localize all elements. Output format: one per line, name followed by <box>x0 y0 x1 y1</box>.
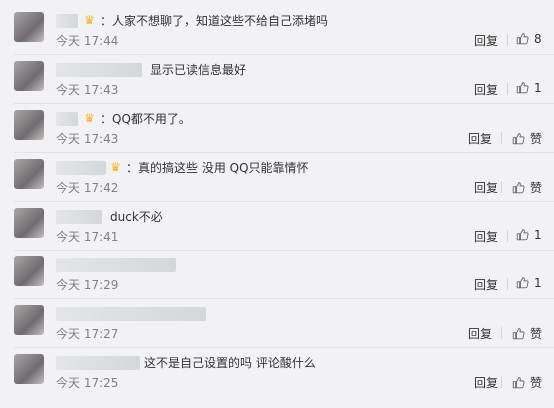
avatar[interactable] <box>14 305 44 335</box>
comment-timestamp: 今天 17:43 <box>56 83 119 97</box>
comment-text: ：QQ都不用了。 <box>100 112 191 126</box>
action-separator <box>501 376 502 388</box>
comment-item: 今天 17:27 回复 赞 <box>0 305 554 351</box>
reply-button[interactable]: 回复 <box>468 130 492 147</box>
row-divider <box>14 347 554 348</box>
like-count: 8 <box>534 32 542 46</box>
thumbs-up-icon <box>512 377 525 389</box>
row-divider <box>14 201 554 202</box>
thumbs-up-icon <box>516 82 529 94</box>
comment-item: duck不必今天 17:41 回复 1 <box>0 208 554 254</box>
comment-item: 今天 17:29 回复 1 <box>0 256 554 302</box>
like-button[interactable]: 1 <box>516 276 542 290</box>
comment-timestamp: 今天 17:27 <box>56 327 119 341</box>
username-redacted[interactable] <box>56 161 106 175</box>
comment-timestamp: 今天 17:43 <box>56 132 119 146</box>
avatar[interactable] <box>14 12 44 42</box>
comment-text: 显示已读信息最好 <box>150 63 247 77</box>
comment-timestamp: 今天 17:44 <box>56 34 119 48</box>
thumbs-up-icon <box>516 277 529 289</box>
like-count: 1 <box>534 276 542 290</box>
reply-button[interactable]: 回复 <box>474 228 498 245</box>
reply-button[interactable]: 回复 <box>474 374 498 391</box>
comment-list: ♛ ：人家不想聊了，知道这些不给自己添堵吗 今天 17:44 回复 8 显示已读信息最好今… <box>0 0 554 408</box>
comment-timestamp: 今天 17:41 <box>56 230 119 244</box>
username-redacted[interactable] <box>56 307 206 321</box>
like-button[interactable]: 8 <box>516 32 542 46</box>
like-count: 赞 <box>530 376 543 390</box>
avatar[interactable] <box>14 110 44 140</box>
like-count: 1 <box>534 81 542 95</box>
username-redacted[interactable] <box>56 356 140 370</box>
comment-item: ♛ ：人家不想聊了，知道这些不给自己添堵吗今天 17:44 回复 8 <box>0 12 554 58</box>
comment-item: ♛ ：QQ都不用了。今天 17:43 回复 赞 <box>0 110 554 156</box>
action-separator <box>501 132 502 144</box>
reply-button[interactable]: 回复 <box>474 179 498 196</box>
comment-timestamp: 今天 17:42 <box>56 181 119 195</box>
like-button[interactable]: 赞 <box>512 325 542 342</box>
username-redacted[interactable] <box>56 14 78 28</box>
row-divider <box>14 54 554 55</box>
reply-button[interactable]: 回复 <box>474 32 498 49</box>
username-redacted[interactable] <box>56 112 78 126</box>
like-button[interactable]: 赞 <box>512 179 542 196</box>
vip-crown-icon: ♛ <box>110 160 121 174</box>
thumbs-up-icon <box>516 33 529 45</box>
vip-crown-icon: ♛ <box>84 13 95 27</box>
avatar[interactable] <box>14 354 44 384</box>
reply-button[interactable]: 回复 <box>474 276 498 293</box>
comment-timestamp: 今天 17:25 <box>56 376 119 390</box>
action-separator <box>501 327 502 339</box>
action-separator <box>507 83 508 95</box>
row-divider <box>14 152 554 153</box>
comment-text: ：人家不想聊了，知道这些不给自己添堵吗 <box>100 14 329 28</box>
comment-item: 显示已读信息最好今天 17:43 回复 1 <box>0 61 554 107</box>
like-button[interactable]: 1 <box>516 228 542 242</box>
username-redacted[interactable] <box>56 63 142 77</box>
comment-text: ：真的搞这些 没用 QQ只能靠情怀 <box>126 161 309 175</box>
like-button[interactable]: 赞 <box>512 130 542 147</box>
like-button[interactable]: 1 <box>516 81 542 95</box>
username-redacted[interactable] <box>56 258 176 272</box>
row-divider <box>14 298 554 299</box>
action-separator <box>507 34 508 46</box>
comment-timestamp: 今天 17:29 <box>56 278 119 292</box>
action-separator <box>507 230 508 242</box>
like-count: 1 <box>534 228 542 242</box>
action-separator <box>501 181 502 193</box>
like-count: 赞 <box>530 181 543 195</box>
comment-item: 这不是自己设置的吗 评论酸什么今天 17:25 回复 赞 <box>0 354 554 400</box>
thumbs-up-icon <box>512 133 525 145</box>
username-redacted[interactable] <box>56 210 102 224</box>
row-divider <box>14 250 554 251</box>
reply-button[interactable]: 回复 <box>468 325 492 342</box>
comment-text: duck不必 <box>110 210 163 224</box>
comment-item: ♛ ：真的搞这些 没用 QQ只能靠情怀 今天 17:42 回复 赞 <box>0 159 554 205</box>
reply-button[interactable]: 回复 <box>474 81 498 98</box>
avatar[interactable] <box>14 256 44 286</box>
avatar[interactable] <box>14 61 44 91</box>
thumbs-up-icon <box>516 229 529 241</box>
action-separator <box>507 278 508 290</box>
comment-text: 这不是自己设置的吗 评论酸什么 <box>144 356 316 370</box>
thumbs-up-icon <box>512 182 525 194</box>
avatar[interactable] <box>14 208 44 238</box>
thumbs-up-icon <box>512 328 525 340</box>
avatar[interactable] <box>14 159 44 189</box>
vip-crown-icon: ♛ <box>84 111 95 125</box>
row-divider <box>14 103 554 104</box>
like-count: 赞 <box>530 327 543 341</box>
like-count: 赞 <box>530 132 543 146</box>
like-button[interactable]: 赞 <box>512 374 542 391</box>
